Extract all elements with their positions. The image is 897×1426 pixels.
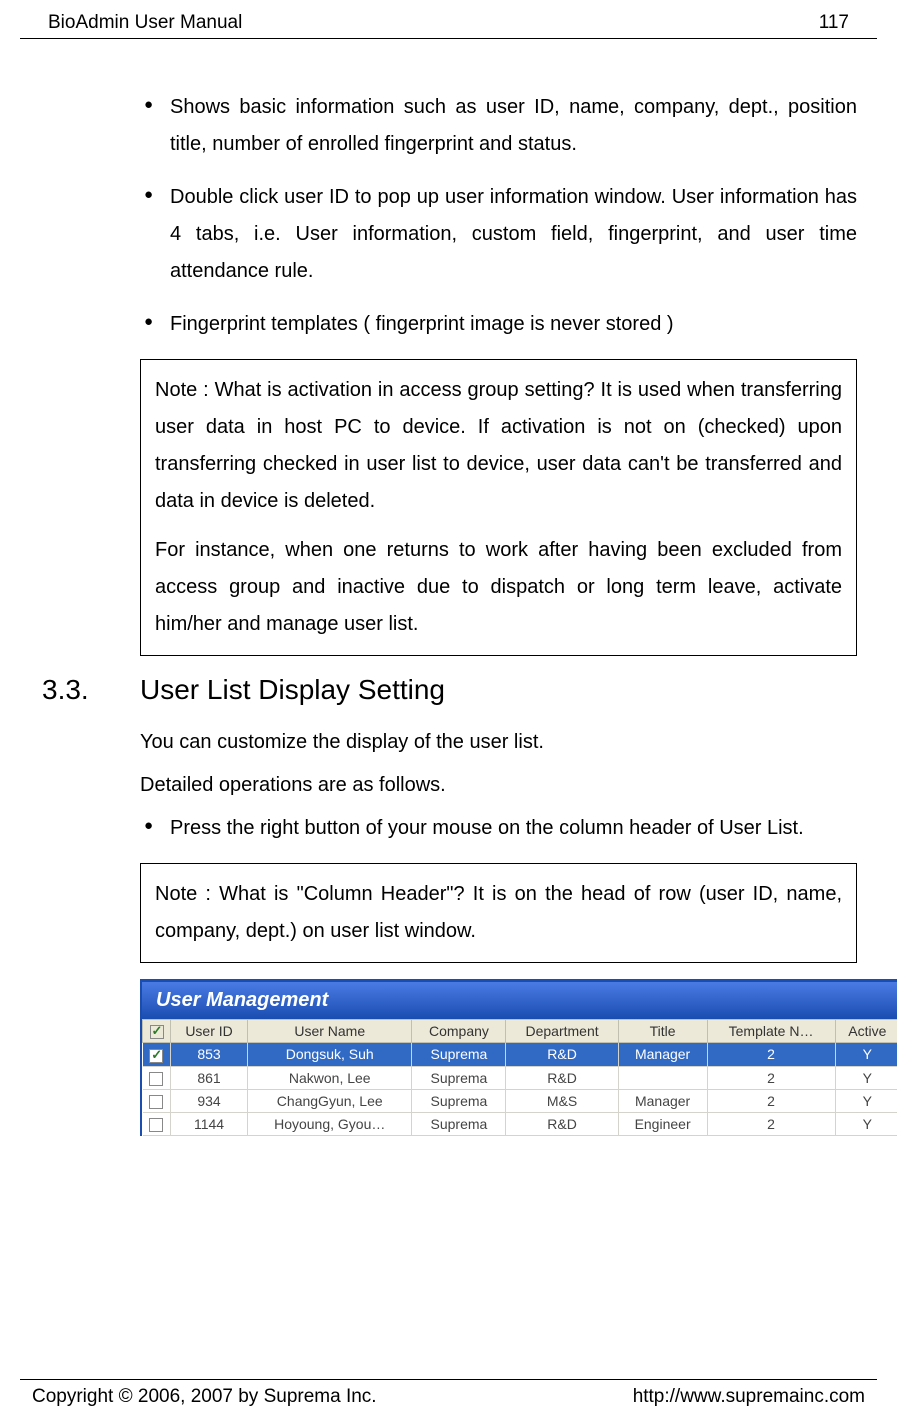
note-box-column-header: Note : What is "Column Header"? It is on… [140, 863, 857, 963]
column-header-company[interactable]: Company [412, 1020, 506, 1043]
page-number: 117 [819, 12, 849, 34]
note-paragraph: For instance, when one returns to work a… [155, 532, 842, 643]
checkbox-icon[interactable] [149, 1118, 163, 1132]
bullet-item: Press the right button of your mouse on … [140, 810, 857, 847]
cell-userid: 853 [171, 1043, 248, 1066]
cell-userid: 861 [171, 1066, 248, 1089]
checkbox-icon[interactable] [149, 1095, 163, 1109]
section-title: User List Display Setting [140, 674, 445, 706]
row-checkbox-cell[interactable] [143, 1089, 171, 1112]
body-text: Detailed operations are as follows. [40, 767, 857, 804]
bullet-list-mid: Press the right button of your mouse on … [40, 810, 857, 847]
cell-template: 2 [707, 1113, 835, 1136]
page-content: Shows basic information such as user ID,… [0, 39, 897, 1136]
page-header: BioAdmin User Manual 117 [20, 0, 877, 39]
cell-department: M&S [506, 1089, 618, 1112]
table-row[interactable]: 934ChangGyun, LeeSupremaM&SManager2Y [143, 1089, 897, 1112]
column-header-department[interactable]: Department [506, 1020, 618, 1043]
cell-username: Nakwon, Lee [248, 1066, 412, 1089]
cell-company: Suprema [412, 1089, 506, 1112]
column-header-active[interactable]: Active [835, 1020, 897, 1043]
note-box-activation: Note : What is activation in access grou… [140, 359, 857, 656]
checkbox-icon[interactable] [149, 1072, 163, 1086]
checkbox-icon[interactable] [150, 1025, 164, 1039]
cell-active: Y [835, 1043, 897, 1066]
copyright-text: Copyright © 2006, 2007 by Suprema Inc. [32, 1386, 377, 1408]
bullet-list-top: Shows basic information such as user ID,… [40, 89, 857, 343]
column-header-checkbox[interactable] [143, 1020, 171, 1043]
cell-department: R&D [506, 1043, 618, 1066]
cell-department: R&D [506, 1113, 618, 1136]
cell-active: Y [835, 1066, 897, 1089]
page-footer: Copyright © 2006, 2007 by Suprema Inc. h… [20, 1379, 877, 1408]
user-management-screenshot: User Management User ID User Name Compan… [140, 979, 897, 1136]
section-heading: 3.3. User List Display Setting [40, 674, 857, 706]
cell-active: Y [835, 1089, 897, 1112]
cell-title: Manager [618, 1043, 707, 1066]
table-row[interactable]: 1144Hoyoung, Gyou…SupremaR&DEngineer2Y [143, 1113, 897, 1136]
bullet-item: Double click user ID to pop up user info… [140, 179, 857, 290]
row-checkbox-cell[interactable] [143, 1066, 171, 1089]
section-number: 3.3. [40, 674, 140, 706]
footer-url: http://www.supremainc.com [633, 1386, 865, 1408]
cell-template: 2 [707, 1043, 835, 1066]
cell-username: ChangGyun, Lee [248, 1089, 412, 1112]
cell-template: 2 [707, 1089, 835, 1112]
cell-userid: 934 [171, 1089, 248, 1112]
body-text: You can customize the display of the use… [40, 724, 857, 761]
column-header-userid[interactable]: User ID [171, 1020, 248, 1043]
cell-title [618, 1066, 707, 1089]
window-titlebar: User Management [142, 982, 897, 1019]
bullet-item: Shows basic information such as user ID,… [140, 89, 857, 163]
cell-username: Dongsuk, Suh [248, 1043, 412, 1066]
checkbox-icon[interactable] [149, 1049, 163, 1063]
manual-title: BioAdmin User Manual [48, 12, 242, 34]
cell-company: Suprema [412, 1066, 506, 1089]
table-row[interactable]: 861Nakwon, LeeSupremaR&D 2Y [143, 1066, 897, 1089]
cell-template: 2 [707, 1066, 835, 1089]
cell-userid: 1144 [171, 1113, 248, 1136]
cell-company: Suprema [412, 1043, 506, 1066]
cell-active: Y [835, 1113, 897, 1136]
table-row[interactable]: 853Dongsuk, SuhSupremaR&DManager2Y [143, 1043, 897, 1066]
column-header-template[interactable]: Template N… [707, 1020, 835, 1043]
column-header-row[interactable]: User ID User Name Company Department Tit… [143, 1020, 897, 1043]
column-header-username[interactable]: User Name [248, 1020, 412, 1043]
bullet-item: Fingerprint templates ( fingerprint imag… [140, 306, 857, 343]
column-header-title[interactable]: Title [618, 1020, 707, 1043]
cell-title: Manager [618, 1089, 707, 1112]
note-paragraph: Note : What is "Column Header"? It is on… [155, 876, 842, 950]
cell-title: Engineer [618, 1113, 707, 1136]
cell-company: Suprema [412, 1113, 506, 1136]
note-paragraph: Note : What is activation in access grou… [155, 372, 842, 520]
user-list-table: User ID User Name Company Department Tit… [142, 1019, 897, 1136]
row-checkbox-cell[interactable] [143, 1113, 171, 1136]
cell-department: R&D [506, 1066, 618, 1089]
row-checkbox-cell[interactable] [143, 1043, 171, 1066]
cell-username: Hoyoung, Gyou… [248, 1113, 412, 1136]
